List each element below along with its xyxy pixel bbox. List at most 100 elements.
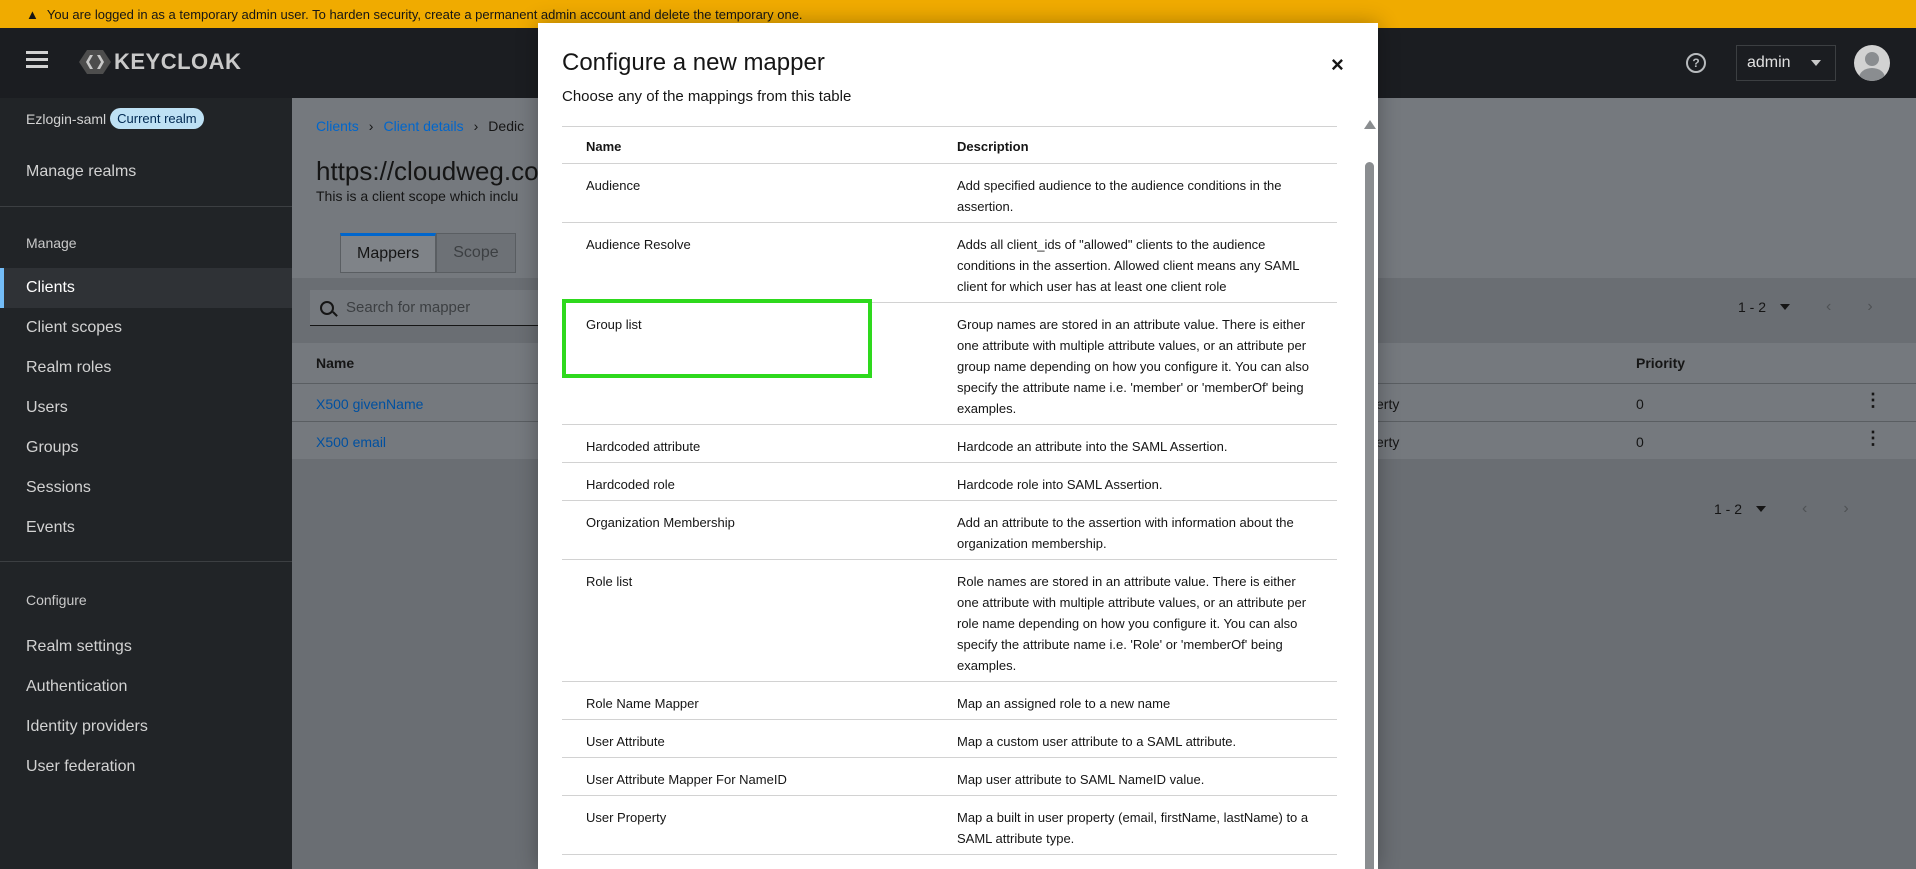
mapper-name[interactable]: Audience Resolve <box>586 234 691 255</box>
mapper-name-link[interactable]: X500 email <box>316 434 386 450</box>
prev-page-icon[interactable]: ‹ <box>1826 298 1831 316</box>
mapper-row-user-property[interactable]: User Property Map a built in user proper… <box>562 796 1337 855</box>
group-list-highlight <box>562 299 872 378</box>
mapper-description: Map an assigned role to a new name <box>957 696 1171 711</box>
sidebar-item-identity-providers[interactable]: Identity providers <box>0 707 292 747</box>
mapper-description: Hardcode role into SAML Assertion. <box>957 477 1163 492</box>
column-name[interactable]: Name <box>316 355 354 371</box>
column-name: Name <box>586 139 622 154</box>
mapper-row-user-attribute-nameid[interactable]: User Attribute Mapper For NameID Map use… <box>562 758 1337 796</box>
avatar[interactable] <box>1854 45 1890 81</box>
sidebar-item-sessions[interactable]: Sessions <box>0 468 292 508</box>
sidebar-item-client-scopes[interactable]: Client scopes <box>0 308 292 348</box>
search-icon <box>320 300 334 315</box>
chevron-right-icon: › <box>368 118 374 134</box>
keycloak-logo-icon <box>79 50 111 74</box>
next-page-icon[interactable]: › <box>1867 298 1872 316</box>
kebab-menu-icon[interactable]: ⋮ <box>1864 390 1882 411</box>
realm-name: Ezlogin-saml <box>26 110 107 127</box>
banner-text: You are logged in as a temporary admin u… <box>46 6 803 22</box>
mapper-name[interactable]: User Property <box>586 807 666 828</box>
user-dropdown[interactable]: admin <box>1736 45 1836 81</box>
mapper-description: Hardcode an attribute into the SAML Asse… <box>957 439 1228 454</box>
kebab-menu-icon[interactable]: ⋮ <box>1864 428 1882 449</box>
mapper-row-organization-membership[interactable]: Organization Membership Add an attribute… <box>562 501 1337 560</box>
mapper-name[interactable]: Hardcoded attribute <box>586 436 700 457</box>
sidebar-item-groups[interactable]: Groups <box>0 428 292 468</box>
modal-subtitle: Choose any of the mappings from this tab… <box>562 88 852 105</box>
realm-selector[interactable]: Ezlogin-saml Current realm <box>26 108 204 129</box>
caret-down-icon <box>1811 60 1821 66</box>
hamburger-menu-icon[interactable] <box>26 51 48 69</box>
breadcrumb-client-details[interactable]: Client details <box>383 118 463 134</box>
mapper-type: erty <box>1376 434 1400 450</box>
mapper-name[interactable]: User Attribute Mapper For NameID <box>586 769 787 790</box>
pagination-count[interactable]: 1 - 2 <box>1714 501 1742 517</box>
mapper-row-audience-resolve[interactable]: Audience Resolve Adds all client_ids of … <box>562 223 1337 303</box>
username: admin <box>1747 54 1791 71</box>
mapper-row-role-name-mapper[interactable]: Role Name Mapper Map an assigned role to… <box>562 682 1337 720</box>
modal-title: Configure a new mapper <box>562 49 825 76</box>
breadcrumb: Clients › Client details › Dedic <box>316 118 524 134</box>
mapper-name[interactable]: Role list <box>586 571 632 592</box>
mapper-description: Group names are stored in an attribute v… <box>957 317 1309 416</box>
manage-realms-link[interactable]: Manage realms <box>26 163 136 181</box>
mapper-row-audience[interactable]: Audience Add specified audience to the a… <box>562 164 1337 223</box>
mapper-description: Map user attribute to SAML NameID value. <box>957 772 1205 787</box>
sidebar-item-realm-roles[interactable]: Realm roles <box>0 348 292 388</box>
sidebar-item-clients[interactable]: Clients <box>0 268 292 308</box>
mapper-name[interactable]: Organization Membership <box>586 512 735 533</box>
mapper-row-role-list[interactable]: Role list Role names are stored in an at… <box>562 560 1337 682</box>
page-description: This is a client scope which inclu <box>316 188 519 204</box>
prev-page-icon[interactable]: ‹ <box>1802 500 1807 518</box>
pagination-count[interactable]: 1 - 2 <box>1738 299 1766 315</box>
breadcrumb-current: Dedic <box>488 118 525 134</box>
sidebar-item-events[interactable]: Events <box>0 508 292 548</box>
mapper-name[interactable]: Audience <box>586 175 640 196</box>
breadcrumb-clients[interactable]: Clients <box>316 118 359 134</box>
sidebar-item-authentication[interactable]: Authentication <box>0 667 292 707</box>
current-realm-badge: Current realm <box>110 108 204 129</box>
configure-section-title: Configure <box>26 592 87 608</box>
close-icon[interactable]: × <box>1331 52 1344 78</box>
brand-name: KEYCLOAK <box>114 49 242 74</box>
sidebar: Ezlogin-saml Current realm Manage realms… <box>0 98 292 869</box>
next-page-icon[interactable]: › <box>1843 500 1848 518</box>
configure-mapper-modal: Configure a new mapper × Choose any of t… <box>538 23 1378 869</box>
manage-section-title: Manage <box>26 235 77 251</box>
scroll-thumb[interactable] <box>1365 162 1374 869</box>
sidebar-item-realm-settings[interactable]: Realm settings <box>0 627 292 667</box>
mapper-description: Add an attribute to the assertion with i… <box>957 515 1294 551</box>
page-title: https://cloudweg.co <box>316 156 539 186</box>
sidebar-item-user-federation[interactable]: User federation <box>0 747 292 787</box>
mapper-description: Role names are stored in an attribute va… <box>957 574 1307 673</box>
tab-mappers[interactable]: Mappers <box>340 233 437 273</box>
caret-down-icon[interactable] <box>1780 304 1791 310</box>
sidebar-divider <box>0 561 292 562</box>
mapper-row-user-attribute[interactable]: User Attribute Map a custom user attribu… <box>562 720 1337 758</box>
mapper-name[interactable]: Role Name Mapper <box>586 693 699 714</box>
warning-icon: ▲ <box>26 6 39 22</box>
mapper-table-header: Name Description <box>562 126 1337 164</box>
mapper-priority: 0 <box>1636 434 1644 450</box>
help-icon[interactable]: ? <box>1686 53 1706 73</box>
scroll-up-icon[interactable] <box>1364 120 1376 129</box>
caret-down-icon[interactable] <box>1756 506 1767 512</box>
mapper-priority: 0 <box>1636 396 1644 412</box>
chevron-right-icon: › <box>473 118 479 134</box>
pagination-top: 1 - 2 ‹ › <box>1738 298 1873 316</box>
column-priority[interactable]: Priority <box>1636 355 1685 371</box>
tab-scope[interactable]: Scope <box>436 233 516 273</box>
mapper-name[interactable]: User Attribute <box>586 731 665 752</box>
mapper-row-hardcoded-attribute[interactable]: Hardcoded attribute Hardcode an attribut… <box>562 425 1337 463</box>
column-description: Description <box>957 139 1029 154</box>
mapper-description: Map a built in user property (email, fir… <box>957 810 1309 846</box>
mapper-row-hardcoded-role[interactable]: Hardcoded role Hardcode role into SAML A… <box>562 463 1337 501</box>
sidebar-item-users[interactable]: Users <box>0 388 292 428</box>
mapper-name-link[interactable]: X500 givenName <box>316 396 423 412</box>
search-input[interactable]: Search for mapper <box>310 290 540 326</box>
mapper-types-table: Name Description Audience Add specified … <box>562 126 1337 855</box>
modal-scrollbar[interactable] <box>1362 120 1376 869</box>
mapper-name[interactable]: Hardcoded role <box>586 474 675 495</box>
keycloak-logo[interactable]: KEYCLOAK <box>78 49 241 75</box>
